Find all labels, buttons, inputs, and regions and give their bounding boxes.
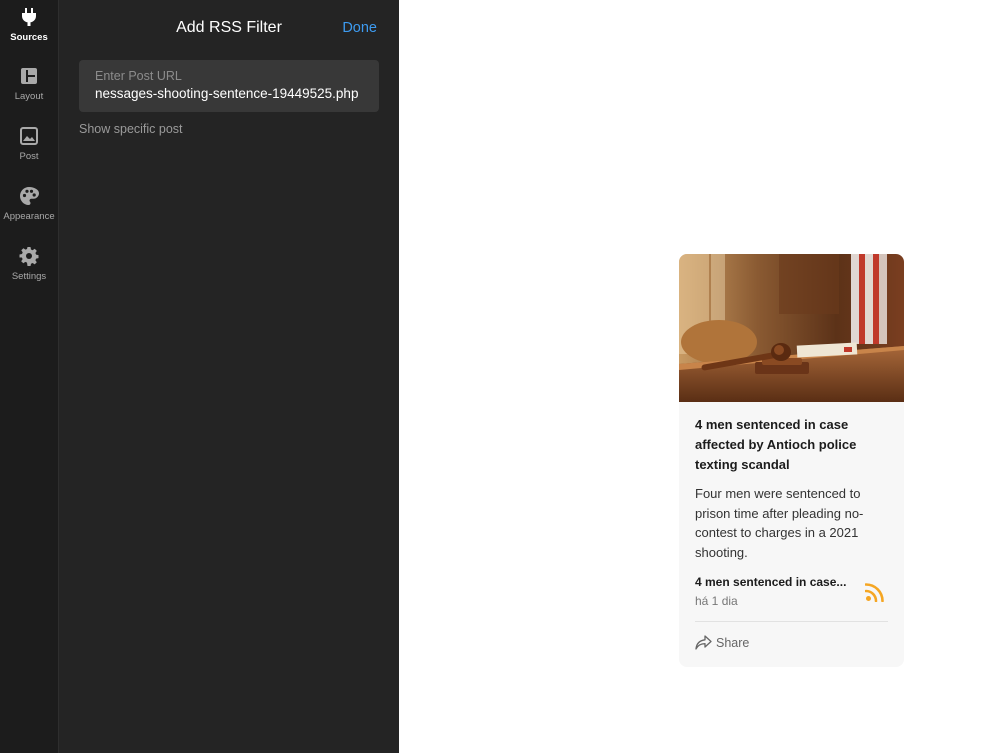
post-description: Four men were sentenced to prison time a… <box>695 486 864 560</box>
image-icon <box>19 126 39 146</box>
post-source-title[interactable]: 4 men sentenced in case... <box>695 575 860 589</box>
sidebar-item-appearance[interactable]: Appearance <box>0 186 58 242</box>
card-divider <box>695 621 888 622</box>
done-button[interactable]: Done <box>342 20 377 36</box>
sidebar-item-label: Sources <box>10 32 48 43</box>
share-label: Share <box>716 635 750 650</box>
sidebar-item-layout[interactable]: Layout <box>0 66 58 122</box>
palette-icon <box>19 186 39 206</box>
post-timestamp: há 1 dia <box>695 594 738 608</box>
post-url-label: Enter Post URL <box>95 69 182 83</box>
sidebar-item-label: Post <box>19 151 39 162</box>
sidebar-item-label: Appearance <box>3 211 55 222</box>
post-preview-card[interactable]: 4 men sentenced in case affected by Anti… <box>679 254 904 667</box>
sidebar-rail: Sources Layout Post Appearance Settings <box>0 0 59 753</box>
plug-icon <box>19 7 39 27</box>
layout-icon <box>19 66 39 86</box>
sidebar-item-post[interactable]: Post <box>0 126 58 182</box>
rss-filter-panel: Add RSS Filter Done Enter Post URL Show … <box>59 0 399 753</box>
sidebar-item-settings[interactable]: Settings <box>0 246 58 302</box>
post-url-input[interactable] <box>95 86 363 101</box>
sidebar-item-label: Settings <box>11 271 47 282</box>
share-arrow-icon <box>695 635 712 650</box>
show-specific-post-option[interactable]: Show specific post <box>79 122 183 136</box>
share-button[interactable]: Share <box>695 635 749 650</box>
post-title[interactable]: 4 men sentenced in case affected by Anti… <box>695 415 890 475</box>
sidebar-item-label: Layout <box>14 91 44 102</box>
sidebar-item-sources[interactable]: Sources <box>0 7 58 63</box>
courtroom-gavel-image <box>679 254 904 402</box>
post-url-field[interactable]: Enter Post URL <box>79 60 379 112</box>
gear-icon <box>19 246 39 266</box>
rss-icon <box>865 583 884 602</box>
